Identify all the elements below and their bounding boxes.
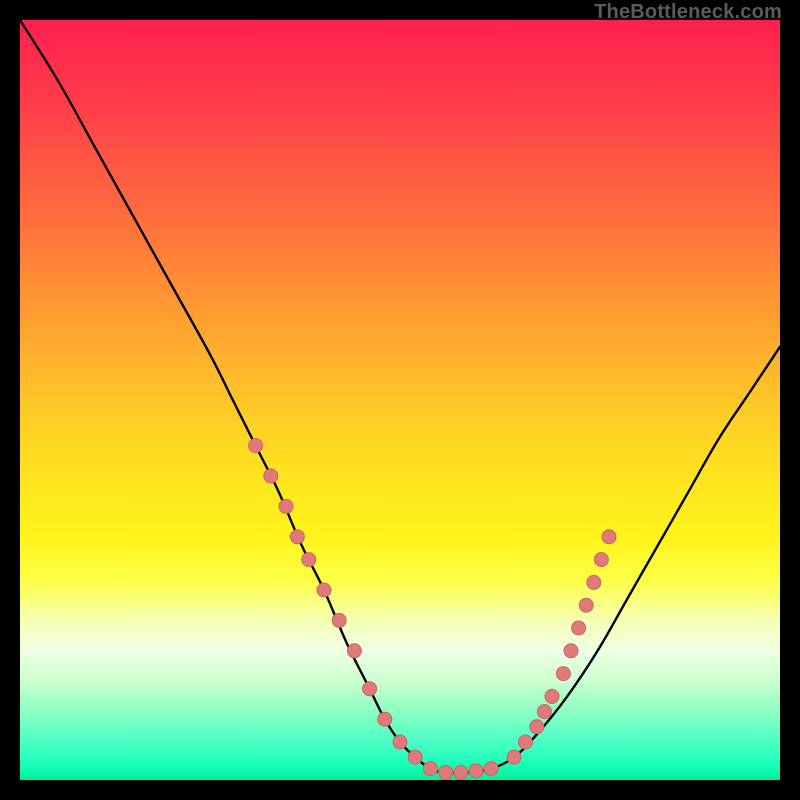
- left-cluster-6: [317, 583, 331, 597]
- right-cluster-2: [518, 735, 532, 749]
- left-cluster-8: [347, 644, 361, 658]
- bottom-1: [423, 762, 437, 776]
- left-cluster-12: [408, 750, 422, 764]
- right-cluster-9: [579, 598, 593, 612]
- left-cluster-11: [393, 735, 407, 749]
- marker-group: [249, 439, 616, 780]
- left-cluster-5: [302, 553, 316, 567]
- chart-svg: [20, 20, 780, 780]
- right-cluster-6: [556, 667, 570, 681]
- right-cluster-8: [572, 621, 586, 635]
- plot-area: [20, 20, 780, 780]
- left-cluster-4: [290, 530, 304, 544]
- right-cluster-4: [537, 705, 551, 719]
- left-cluster-2: [264, 469, 278, 483]
- right-cluster-10: [587, 575, 601, 589]
- right-cluster-3: [530, 720, 544, 734]
- chart-container: TheBottleneck.com: [0, 0, 800, 800]
- left-cluster-1: [249, 439, 263, 453]
- bottom-5: [484, 762, 498, 776]
- bottom-4: [469, 764, 483, 778]
- bottom-2: [439, 765, 453, 779]
- right-cluster-12: [602, 530, 616, 544]
- right-cluster-5: [545, 689, 559, 703]
- left-cluster-10: [378, 712, 392, 726]
- right-cluster-11: [594, 553, 608, 567]
- left-cluster-3: [279, 499, 293, 513]
- right-cluster-1: [507, 750, 521, 764]
- left-cluster-7: [332, 613, 346, 627]
- right-cluster-7: [564, 644, 578, 658]
- bottom-3: [454, 765, 468, 779]
- left-cluster-9: [363, 682, 377, 696]
- bottleneck-curve: [20, 20, 780, 773]
